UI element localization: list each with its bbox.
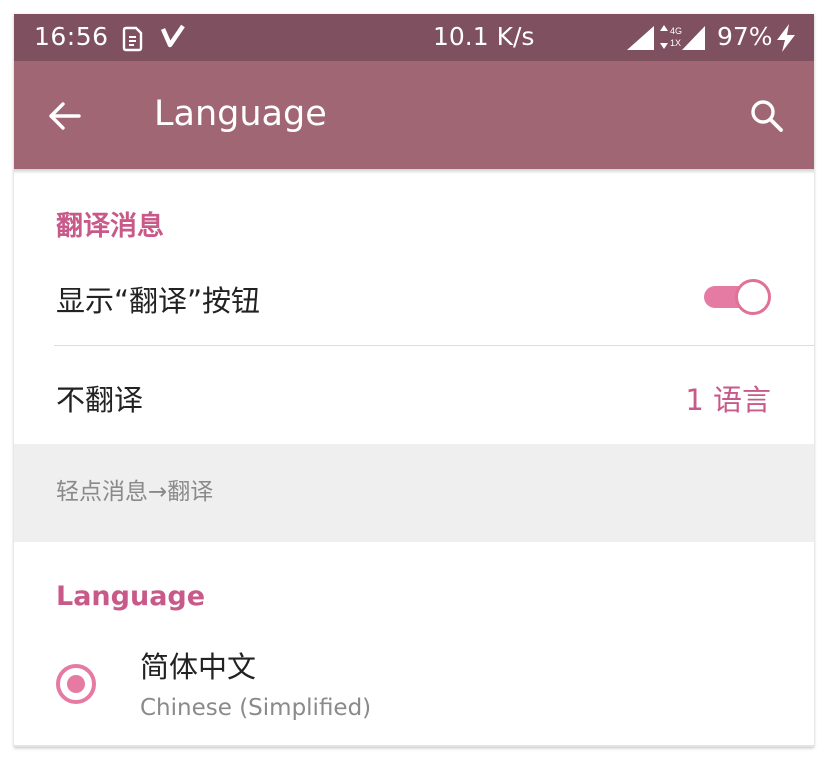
screen: 16:56 10.1 K/s 4G 1X 97% Language 翻译消息 显… — [14, 14, 814, 747]
language-radio-selected[interactable] — [56, 664, 96, 704]
network-type-top: 4G — [670, 26, 682, 36]
language-section-header: Language — [56, 581, 206, 612]
network-type-bottom: 1X — [670, 38, 681, 48]
bottom-divider — [14, 745, 814, 747]
back-button[interactable] — [40, 91, 90, 141]
status-time: 16:56 — [34, 22, 109, 51]
translate-section-header: 翻译消息 — [56, 211, 164, 242]
charging-icon — [776, 24, 796, 56]
page-title: Language — [154, 94, 327, 134]
back-arrow-icon — [49, 102, 81, 130]
language-name[interactable]: 简体中文 — [140, 644, 256, 686]
search-icon — [751, 100, 783, 132]
document-icon — [121, 26, 145, 56]
network-speed: 10.1 K/s — [433, 22, 535, 51]
do-not-translate-value[interactable]: 1 语言 — [685, 377, 771, 419]
radio-dot — [67, 675, 85, 693]
do-not-translate-label[interactable]: 不翻译 — [56, 377, 143, 419]
hint-area: 轻点消息→翻译 — [14, 444, 814, 542]
signal-icon — [627, 26, 655, 54]
app-bar-shadow — [14, 169, 814, 174]
show-translate-button-toggle[interactable] — [704, 278, 771, 316]
translate-hint: 轻点消息→翻译 — [56, 479, 214, 505]
show-translate-button-label[interactable]: 显示“翻译”按钮 — [56, 278, 260, 320]
app-bar: Language — [14, 61, 814, 169]
search-button[interactable] — [742, 91, 792, 141]
network-type-icon: 4G 1X — [660, 24, 684, 54]
toggle-knob — [735, 279, 771, 315]
divider — [54, 345, 814, 346]
battery-level: 97% — [717, 22, 773, 51]
signal-2-icon — [682, 26, 706, 54]
status-bar: 16:56 10.1 K/s 4G 1X 97% — [14, 14, 814, 61]
language-subtitle: Chinese (Simplified) — [140, 695, 372, 721]
vpn-v-icon — [160, 23, 186, 53]
